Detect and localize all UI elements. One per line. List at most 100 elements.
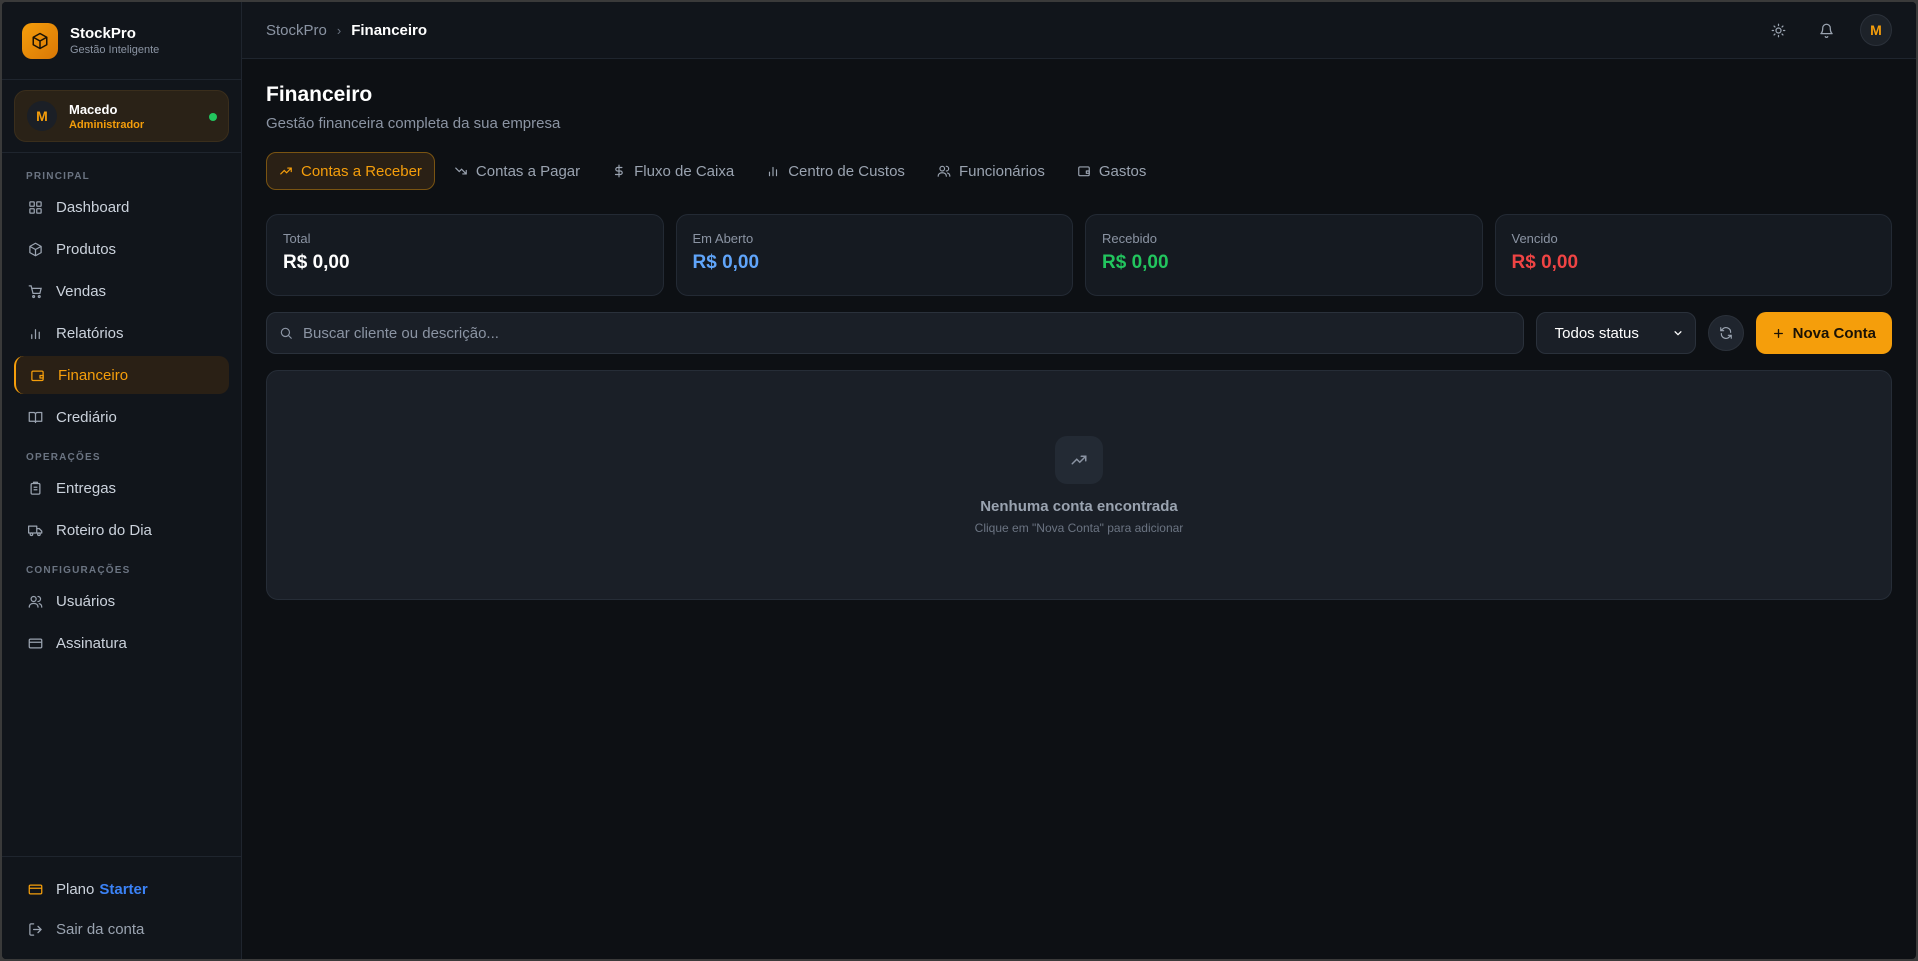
sidebar-item-label: Vendas [56,282,107,300]
brand-name: StockPro [70,25,136,42]
empty-state: Nenhuma conta encontrada Clique em "Nova… [266,370,1892,600]
search-input[interactable] [303,324,1511,342]
brand-subtitle: Gestão Inteligente [70,44,160,56]
logout-icon [26,920,44,938]
sidebar-item-label: Assinatura [56,634,127,652]
plus-icon [1772,327,1785,340]
stat-label: Em Aberto [692,231,754,246]
sidebar: StockPro Gestão Inteligente M Macedo Adm… [2,2,242,959]
status-select[interactable]: Todos status [1535,312,1696,354]
tab-contas-pagar[interactable]: Contas a Pagar [441,152,593,190]
search-box[interactable] [266,312,1524,354]
plan-prefix: Plano [56,880,95,898]
stat-label: Total [283,231,311,246]
avatar: M [27,101,57,131]
logout-button[interactable]: Sair da conta [14,909,229,949]
stats-row: Total R$ 0,00 Em Aberto R$ 0,00 Recebido… [266,214,1892,296]
sidebar-item-vendas[interactable]: Vendas [14,272,229,310]
trending-down-icon [454,164,468,178]
wallet-icon [1077,164,1091,178]
tab-fluxo-caixa[interactable]: Fluxo de Caixa [599,152,747,190]
stat-value: R$ 0,00 [283,252,350,273]
plan-link[interactable]: Plano Starter [14,869,229,909]
page-content: Financeiro Gestão financeira completa da… [242,59,1916,624]
stat-label: Vencido [1511,231,1558,246]
user-avatar-button[interactable]: M [1860,14,1892,46]
stat-card-vencido: Vencido R$ 0,00 [1494,214,1892,296]
tab-label: Gastos [1098,162,1147,180]
refresh-button[interactable] [1707,315,1744,351]
sidebar-item-entregas[interactable]: Entregas [14,469,229,507]
page-title: Financeiro [266,83,373,106]
sidebar-item-crediario[interactable]: Crediário [14,398,229,436]
sidebar-item-label: Usuários [56,592,116,610]
tab-label: Fluxo de Caixa [634,162,735,180]
page-subtitle: Gestão financeira completa da sua empres… [266,115,561,132]
stat-card-recebido: Recebido R$ 0,00 [1085,214,1483,296]
plan-name: Starter [99,880,148,898]
bell-icon[interactable] [1814,18,1838,42]
new-account-label: Nova Conta [1792,324,1876,342]
status-select-value: Todos status [1554,324,1639,342]
main-area: StockPro › Financeiro M Financeiro Gestã… [242,2,1916,959]
users-icon [937,164,951,178]
tab-label: Centro de Custos [788,162,905,180]
nav-section-title: CONFIGURAÇÕES [26,565,131,576]
user-card[interactable]: M Macedo Administrador [14,90,229,142]
sidebar-item-label: Financeiro [58,366,129,384]
sidebar-item-label: Dashboard [56,198,130,216]
refresh-icon [1719,326,1733,340]
chevron-down-icon [1673,328,1683,338]
sidebar-item-label: Entregas [56,479,117,497]
sidebar-item-relatorios[interactable]: Relatórios [14,314,229,352]
search-icon [279,326,293,340]
sidebar-item-dashboard[interactable]: Dashboard [14,188,229,226]
sidebar-item-label: Relatórios [56,324,124,342]
stat-value: R$ 0,00 [1102,252,1169,273]
tab-gastos[interactable]: Gastos [1064,152,1160,190]
online-status-dot [209,113,217,121]
tab-centro-custos[interactable]: Centro de Custos [753,152,918,190]
brand: StockPro Gestão Inteligente [2,2,241,80]
book-icon [26,408,44,426]
logout-label: Sair da conta [56,920,145,938]
sidebar-item-roteiro[interactable]: Roteiro do Dia [14,511,229,549]
tab-contas-receber[interactable]: Contas a Receber [266,152,435,190]
tab-label: Contas a Receber [301,162,422,180]
sidebar-footer: Plano Starter Sair da conta [2,856,241,959]
bar-chart-icon [766,164,780,178]
card-icon [26,634,44,652]
grid-icon [26,198,44,216]
trending-up-icon [279,164,293,178]
sidebar-item-usuarios[interactable]: Usuários [14,582,229,620]
app-window: StockPro Gestão Inteligente M Macedo Adm… [2,2,1916,959]
tab-bar: Contas a Receber Contas a Pagar Fluxo de… [266,152,1892,190]
stat-card-em-aberto: Em Aberto R$ 0,00 [675,214,1073,296]
breadcrumb-root[interactable]: StockPro [266,22,327,39]
box-icon [22,22,58,59]
empty-title: Nenhuma conta encontrada [980,497,1178,515]
sidebar-item-produtos[interactable]: Produtos [14,230,229,268]
sidebar-item-assinatura[interactable]: Assinatura [14,624,229,662]
toolbar: Todos status Nova Conta [266,312,1892,354]
users-icon [26,592,44,610]
topbar: StockPro › Financeiro M [242,2,1916,59]
sidebar-item-label: Produtos [56,240,117,258]
trending-up-icon [1055,435,1103,484]
dollar-icon [612,164,626,178]
new-account-button[interactable]: Nova Conta [1755,312,1892,354]
sun-icon[interactable] [1766,18,1790,42]
cart-icon [26,282,44,300]
sidebar-item-financeiro[interactable]: Financeiro [14,356,229,394]
package-icon [26,240,44,258]
stat-value: R$ 0,00 [692,252,760,273]
empty-subtitle: Clique em "Nova Conta" para adicionar [974,520,1184,535]
nav-section-title: PRINCIPAL [26,171,90,182]
sidebar-nav: PRINCIPAL Dashboard Produtos Vendas Rela… [2,153,241,856]
tab-funcionarios[interactable]: Funcionários [924,152,1058,190]
tab-label: Contas a Pagar [475,162,581,180]
sidebar-item-label: Roteiro do Dia [56,521,152,539]
breadcrumb-current: Financeiro [351,21,428,39]
chevron-right-icon: › [336,22,342,38]
wallet-icon [28,366,46,384]
